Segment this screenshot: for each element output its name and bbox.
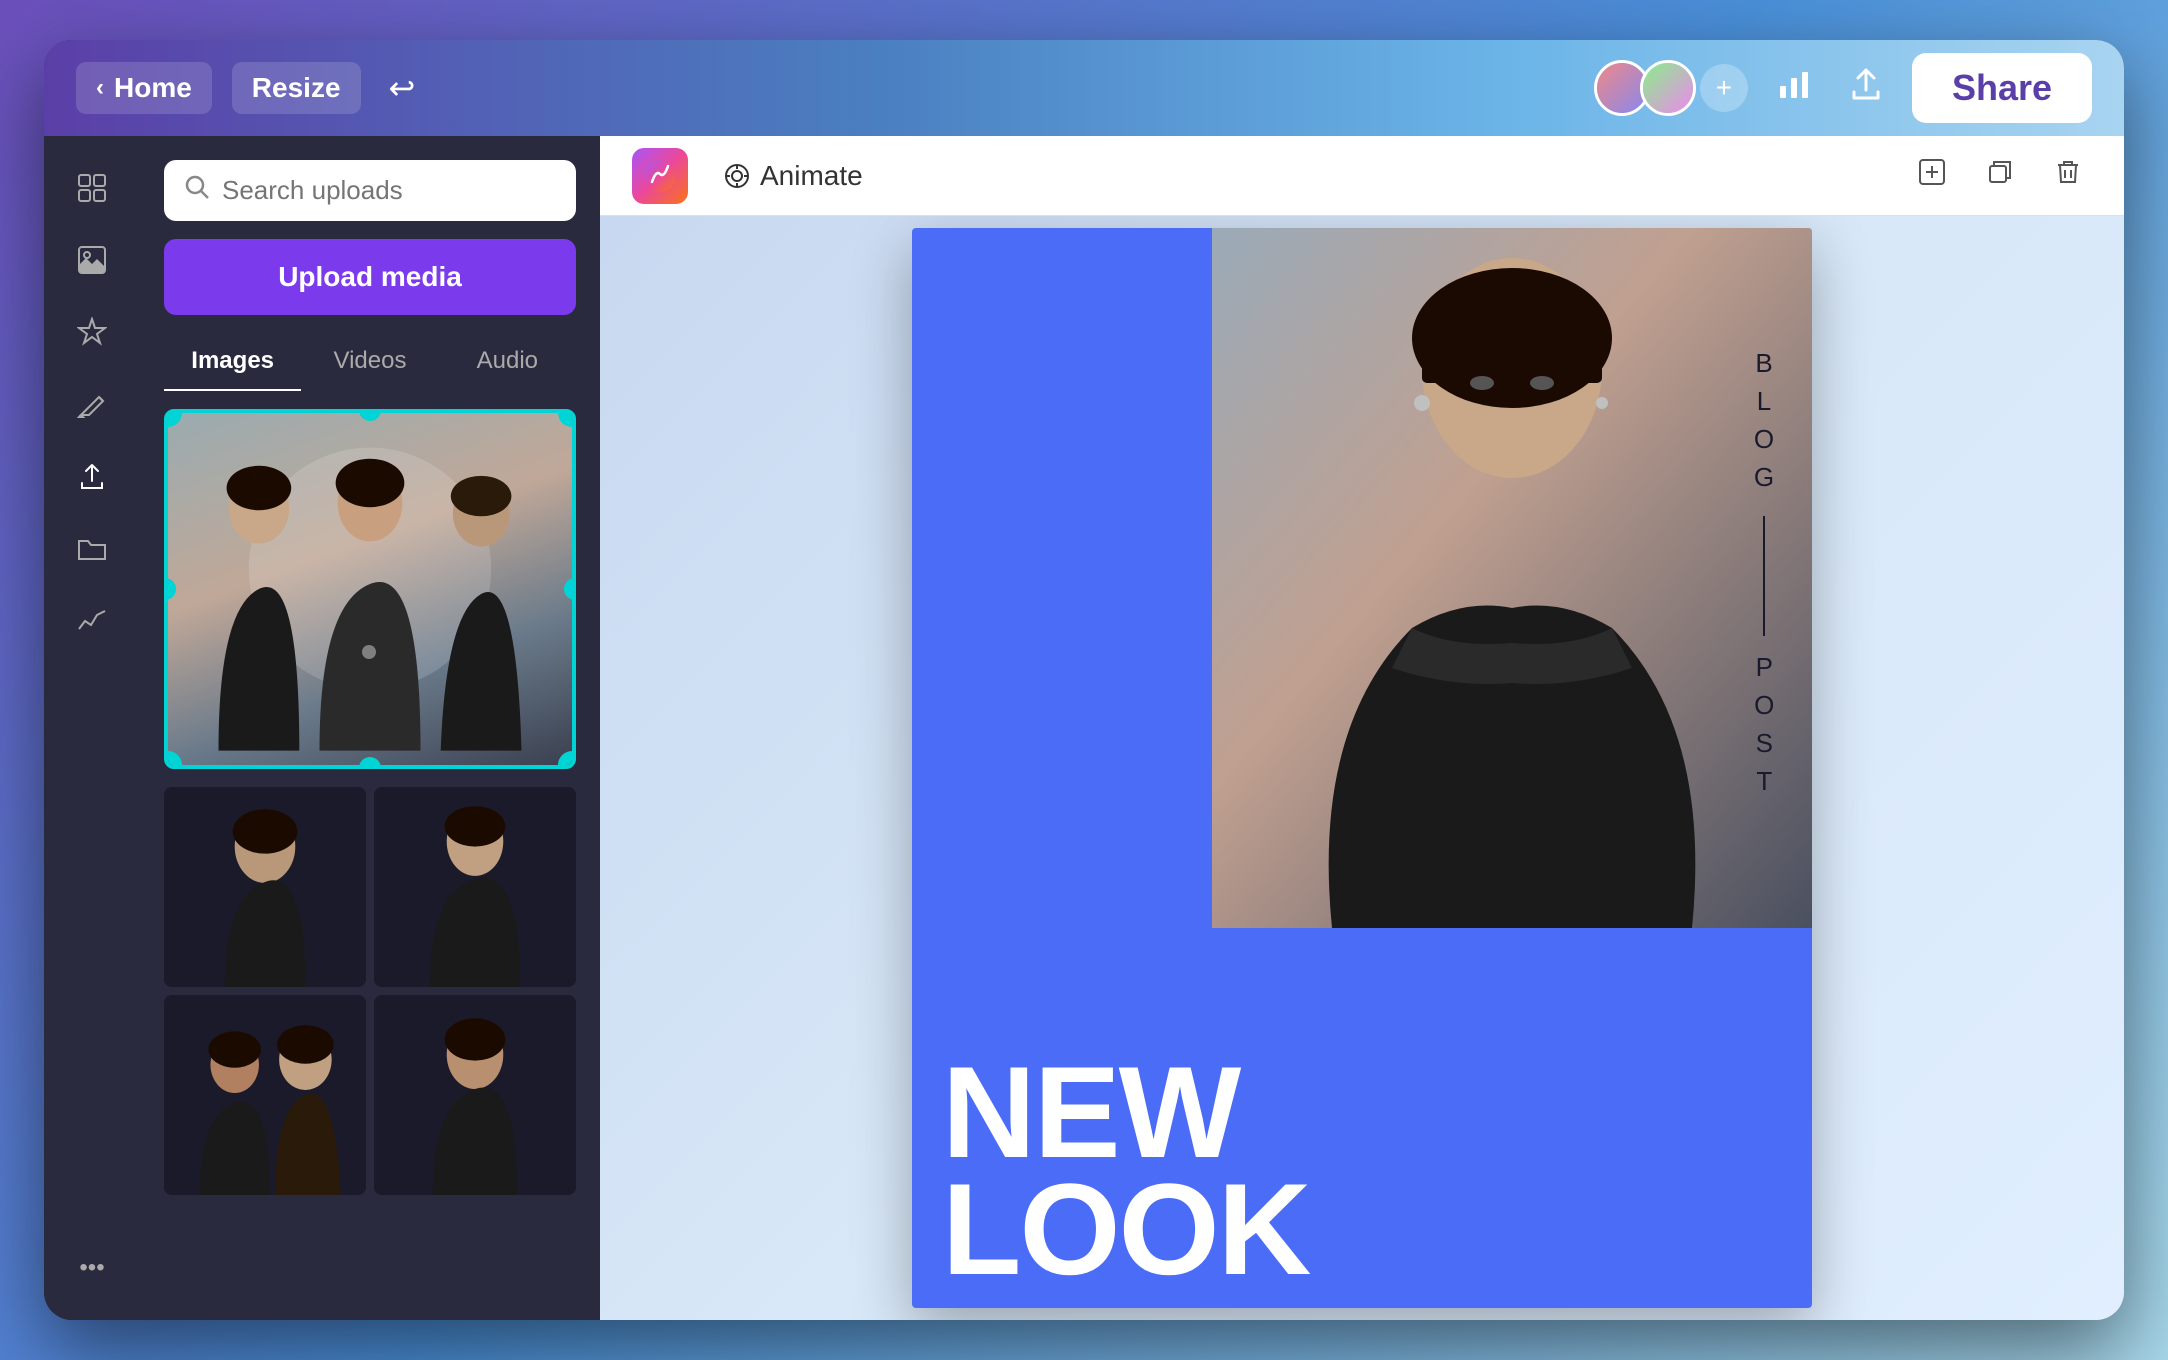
avatar-image-2: [1643, 63, 1693, 113]
sidebar-item-upload[interactable]: [60, 444, 124, 508]
add-page-button[interactable]: [1908, 148, 1956, 204]
icon-sidebar: •••: [44, 136, 140, 1320]
tab-images[interactable]: Images: [164, 333, 301, 391]
sidebar-item-folder[interactable]: [60, 516, 124, 580]
resize-label: Resize: [252, 72, 341, 103]
upload-media-button[interactable]: Upload media: [164, 239, 576, 315]
undo-button[interactable]: ↩: [381, 61, 424, 115]
thumbnail-5[interactable]: [374, 995, 576, 1195]
image-grid: [164, 409, 576, 769]
avatar-2: [1640, 60, 1696, 116]
featured-image-thumb[interactable]: [164, 409, 576, 769]
more-icon: •••: [79, 1254, 104, 1282]
app-container: ‹ Home Resize ↩ +: [44, 40, 2124, 1320]
sidebar-item-elements[interactable]: [60, 300, 124, 364]
search-input[interactable]: [222, 175, 557, 206]
home-label: Home: [114, 72, 192, 104]
main-area: ••• Upload media: [44, 136, 2124, 1320]
tab-audio[interactable]: Audio: [439, 333, 576, 391]
animate-button[interactable]: Animate: [708, 150, 879, 202]
resize-button[interactable]: Resize: [232, 62, 361, 114]
headline-text: NEW LOOK: [942, 1054, 1310, 1288]
thumbnail-4[interactable]: [164, 995, 366, 1195]
chevron-left-icon: ‹: [96, 74, 104, 102]
share-label: Share: [1952, 67, 2052, 108]
search-bar: [164, 160, 576, 221]
canvas-toolbar-right: [1908, 148, 2092, 204]
canvas-photo: Nischal: [1212, 228, 1812, 928]
animate-label: Animate: [760, 160, 863, 192]
sidebar-more-button[interactable]: •••: [60, 1236, 124, 1300]
home-button[interactable]: ‹ Home: [76, 62, 212, 114]
top-bar-right: + Share: [1594, 53, 2092, 123]
sidebar-item-charts[interactable]: [60, 588, 124, 652]
analytics-button[interactable]: [1768, 58, 1820, 119]
thumbnail-2[interactable]: [164, 787, 366, 987]
top-bar: ‹ Home Resize ↩ +: [44, 40, 2124, 136]
export-button[interactable]: [1840, 58, 1892, 119]
export-icon: [1848, 72, 1884, 110]
headline-line2: LOOK: [942, 1171, 1310, 1288]
upload-media-label: Upload media: [278, 261, 462, 292]
thumbnail-3[interactable]: [374, 787, 576, 987]
app-icon: [632, 148, 688, 204]
sidebar-item-images[interactable]: [60, 228, 124, 292]
design-canvas: Nischal BLOG POST NEW LOOK: [912, 228, 1812, 1308]
uploads-panel: Upload media Images Videos Audio: [140, 136, 600, 1320]
media-tabs: Images Videos Audio: [164, 333, 576, 391]
top-bar-left: ‹ Home Resize ↩: [76, 61, 423, 115]
add-collaborator-button[interactable]: +: [1700, 64, 1748, 112]
tab-videos[interactable]: Videos: [301, 333, 438, 391]
avatar-group: +: [1594, 60, 1748, 116]
canvas-area: Animate: [600, 136, 2124, 1320]
undo-icon: ↩: [389, 70, 416, 106]
analytics-icon: [1776, 72, 1812, 110]
search-icon: [184, 174, 210, 207]
divider-line: [1763, 516, 1765, 636]
blog-post-label: BLOG POST: [1746, 348, 1782, 804]
image-grid-bottom: [164, 787, 576, 1195]
duplicate-button[interactable]: [1976, 148, 2024, 204]
canvas-toolbar: Animate: [600, 136, 2124, 216]
headline-line1: NEW: [942, 1054, 1310, 1171]
canvas-viewport: Nischal BLOG POST NEW LOOK: [600, 216, 2124, 1320]
delete-button[interactable]: [2044, 148, 2092, 204]
sidebar-item-layout[interactable]: [60, 156, 124, 220]
sidebar-item-draw[interactable]: [60, 372, 124, 436]
share-button[interactable]: Share: [1912, 53, 2092, 123]
